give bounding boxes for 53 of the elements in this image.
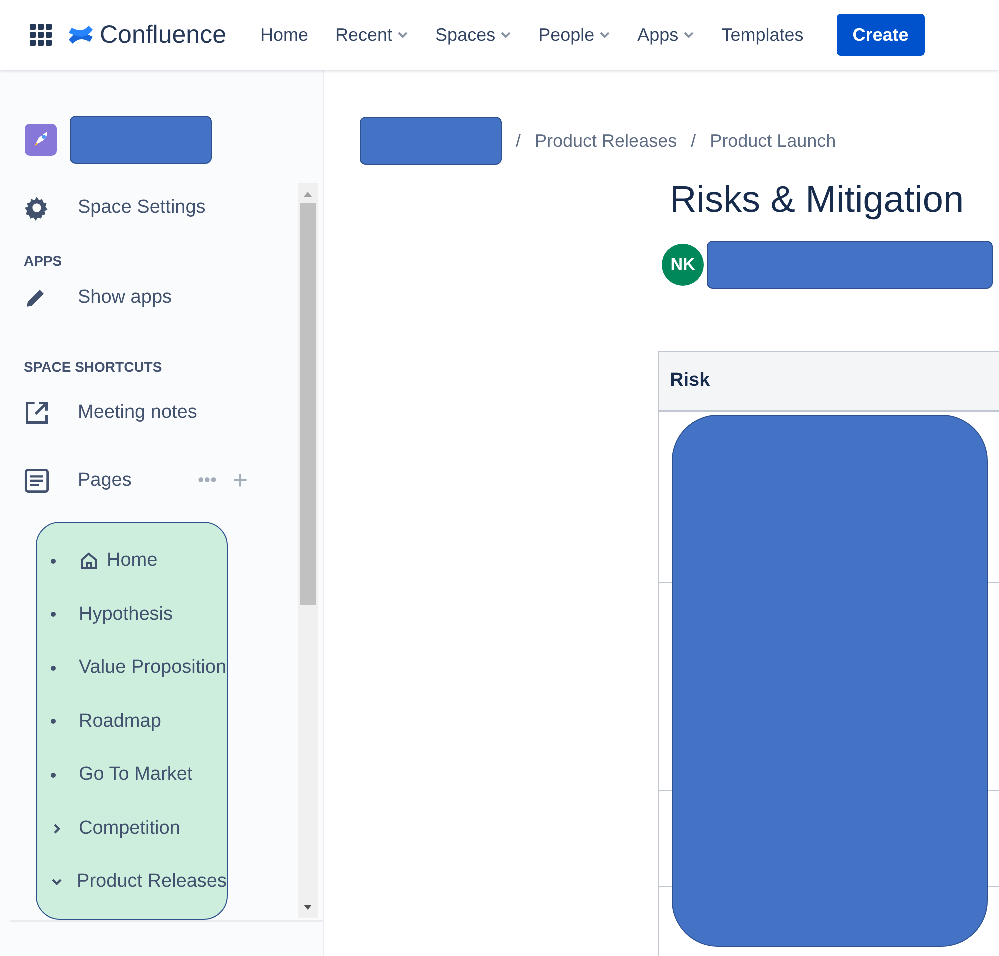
page-title: Value Proposition xyxy=(79,657,227,680)
page-title: Home xyxy=(107,550,158,572)
sidebar-item-label: Space Settings xyxy=(78,196,206,219)
document-icon xyxy=(24,468,50,494)
scrollbar[interactable] xyxy=(298,183,318,918)
sidebar-item-label: Show apps xyxy=(78,286,172,309)
section-heading: SPACE SHORTCUTS xyxy=(24,359,164,376)
nav-link[interactable]: Recent xyxy=(336,24,409,46)
page-title: Go To Market xyxy=(79,764,193,786)
bullet-icon xyxy=(51,558,56,564)
breadcrumb-separator: / xyxy=(516,130,522,152)
sidebar-item[interactable]: Meeting notes xyxy=(24,383,298,442)
page-tree-item[interactable]: Roadmap xyxy=(37,695,227,748)
nav-link[interactable]: People xyxy=(538,24,611,46)
home-icon xyxy=(79,551,99,572)
breadcrumb-link[interactable]: Product Launch xyxy=(710,130,836,152)
chevron-right-icon[interactable] xyxy=(51,822,63,835)
nav-link[interactable]: Apps xyxy=(638,24,695,46)
logo-icon[interactable] xyxy=(68,24,94,46)
breadcrumb-link[interactable]: Product Releases xyxy=(535,130,678,152)
section-heading: APPS xyxy=(24,252,64,269)
bullet-icon xyxy=(51,666,56,671)
breadcrumb-separator: / xyxy=(691,130,696,152)
bullet-icon xyxy=(51,612,56,618)
brand-name: Confluence xyxy=(100,20,226,50)
page-tree-item[interactable]: Value Proposition xyxy=(37,642,227,695)
page-tree-item[interactable]: Home xyxy=(37,534,227,588)
nav-link[interactable]: Spaces xyxy=(436,24,512,46)
page-tree-item[interactable]: Competition xyxy=(37,802,227,856)
create-button[interactable]: Create xyxy=(836,14,925,56)
external-link-icon xyxy=(24,400,50,426)
bullet-icon xyxy=(51,772,56,778)
app-grid-icon[interactable] xyxy=(30,24,52,46)
page-tree-item[interactable]: Product Releases xyxy=(37,856,227,909)
page-title: Product Releases xyxy=(77,871,227,894)
sidebar-item-label: Pages xyxy=(78,470,133,492)
page-title: Risks & Mitigation xyxy=(670,179,966,221)
nav-link[interactable]: Templates xyxy=(722,24,804,46)
sidebar-item[interactable]: Show apps xyxy=(24,276,298,320)
page-tree-item[interactable]: Go To Market xyxy=(37,748,227,802)
page-title: Roadmap xyxy=(79,710,162,733)
sidebar-item[interactable]: Space Settings xyxy=(24,183,298,233)
column-header: Risk xyxy=(659,352,999,412)
bullet-icon xyxy=(51,719,56,724)
sidebar-item-label: Meeting notes xyxy=(78,402,198,424)
page-tree-item[interactable]: Hypothesis xyxy=(37,588,227,642)
rocket-icon[interactable] xyxy=(25,124,57,156)
page-title: Competition xyxy=(79,818,180,840)
chevron-down-icon[interactable] xyxy=(51,876,63,888)
settings-icon xyxy=(24,194,50,221)
nav-link[interactable]: Home xyxy=(260,24,308,46)
avatar[interactable]: NK xyxy=(662,244,704,286)
page-title: Hypothesis xyxy=(79,604,173,626)
